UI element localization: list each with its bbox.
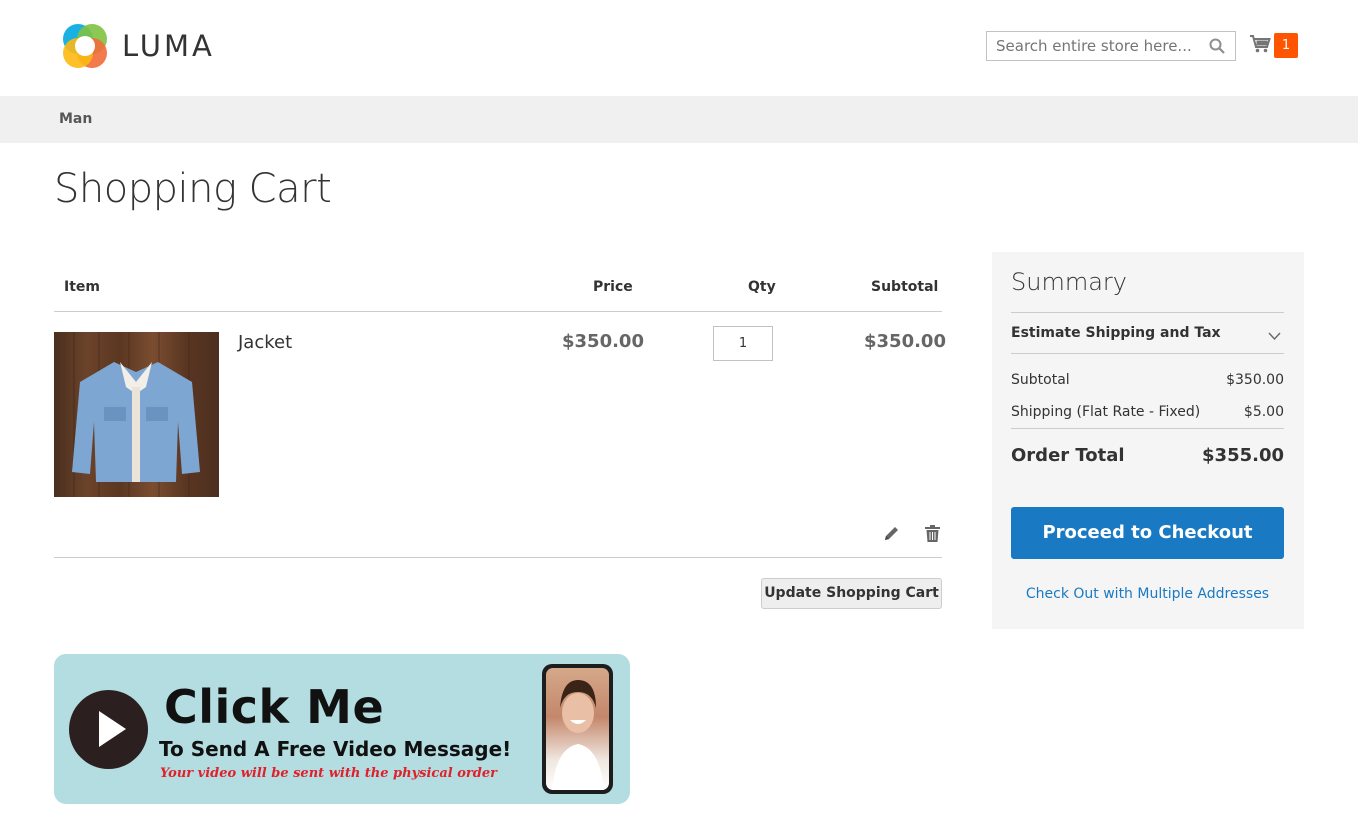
product-image[interactable] bbox=[54, 332, 219, 497]
order-total-row: Order Total $355.00 bbox=[1011, 445, 1284, 466]
shipping-value: $5.00 bbox=[1243, 404, 1284, 420]
page-title: Shopping Cart bbox=[54, 166, 332, 212]
order-total-value: $355.00 bbox=[1202, 445, 1284, 466]
qty-input[interactable]: 1 bbox=[713, 326, 773, 361]
proceed-to-checkout-button[interactable]: Proceed to Checkout bbox=[1011, 507, 1284, 559]
summary-divider bbox=[1011, 353, 1284, 354]
update-cart-button[interactable]: Update Shopping Cart bbox=[761, 578, 942, 609]
search-input[interactable] bbox=[987, 32, 1197, 60]
minicart-button[interactable]: 1 bbox=[1249, 33, 1298, 58]
banner-note: Your video will be sent with the physica… bbox=[160, 766, 497, 781]
video-message-banner[interactable]: Click Me To Send A Free Video Message! Y… bbox=[54, 654, 630, 804]
item-subtotal: $350.00 bbox=[864, 331, 946, 352]
nav-item-man[interactable]: Man bbox=[59, 111, 92, 127]
product-name-link[interactable]: Jacket bbox=[238, 332, 292, 353]
subtotal-label: Subtotal bbox=[1011, 372, 1070, 388]
luma-logo-icon bbox=[60, 21, 110, 71]
phone-image bbox=[542, 664, 613, 794]
banner-title: Click Me bbox=[164, 680, 385, 734]
column-header-qty: Qty bbox=[748, 279, 776, 295]
subtotal-value: $350.00 bbox=[1226, 372, 1284, 388]
summary-divider bbox=[1011, 428, 1284, 429]
item-price: $350.00 bbox=[562, 331, 644, 352]
play-icon bbox=[69, 690, 148, 769]
search-box bbox=[986, 31, 1236, 61]
cart-summary: Summary Estimate Shipping and Tax Subtot… bbox=[992, 252, 1304, 629]
chevron-down-icon[interactable] bbox=[1268, 326, 1281, 345]
main-nav: Man bbox=[0, 96, 1358, 143]
order-total-label: Order Total bbox=[1011, 445, 1125, 466]
logo-text: LUMA bbox=[122, 29, 215, 63]
search-icon[interactable] bbox=[1209, 38, 1225, 58]
site-header: LUMA 1 bbox=[0, 0, 1358, 96]
shipping-label: Shipping (Flat Rate - Fixed) bbox=[1011, 404, 1201, 420]
banner-subtitle: To Send A Free Video Message! bbox=[159, 737, 512, 761]
cart-count-badge: 1 bbox=[1274, 33, 1298, 58]
luma-logo[interactable]: LUMA bbox=[60, 21, 215, 71]
summary-divider bbox=[1011, 312, 1284, 313]
column-header-subtotal: Subtotal bbox=[871, 279, 939, 295]
summary-title: Summary bbox=[1011, 268, 1127, 296]
multiple-addresses-link[interactable]: Check Out with Multiple Addresses bbox=[1011, 586, 1284, 602]
table-divider bbox=[54, 557, 942, 558]
table-divider bbox=[54, 311, 942, 312]
trash-icon[interactable] bbox=[924, 524, 941, 547]
column-header-price: Price bbox=[593, 279, 633, 295]
shipping-row: Shipping (Flat Rate - Fixed) $5.00 bbox=[1011, 404, 1284, 420]
subtotal-row: Subtotal $350.00 bbox=[1011, 372, 1284, 388]
column-header-item: Item bbox=[64, 279, 100, 295]
cart-icon bbox=[1249, 34, 1271, 58]
estimate-shipping-toggle[interactable]: Estimate Shipping and Tax bbox=[1011, 325, 1221, 341]
edit-icon[interactable] bbox=[883, 524, 901, 546]
